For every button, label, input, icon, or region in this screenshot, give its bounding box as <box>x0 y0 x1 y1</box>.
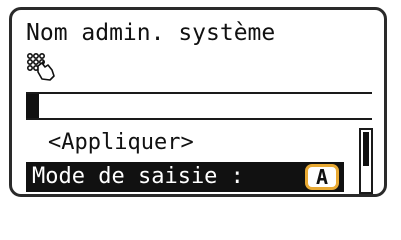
keypad-touch-icon <box>26 52 55 81</box>
apply-label: <Appliquer> <box>48 130 194 155</box>
input-mode-label: Mode de saisie : <box>32 164 244 189</box>
text-cursor <box>26 94 39 118</box>
apply-button[interactable]: <Appliquer> <box>26 127 344 159</box>
input-mode-item[interactable]: Mode de saisie : A <box>26 162 344 192</box>
admin-name-input[interactable] <box>26 92 372 120</box>
input-mode-value: A <box>315 165 329 189</box>
scrollbar[interactable] <box>359 128 373 194</box>
scroll-thumb[interactable] <box>363 132 369 166</box>
screen-title: Nom admin. système <box>26 20 276 46</box>
input-mode-badge[interactable]: A <box>305 164 339 190</box>
lcd-panel: Nom admin. système <Appliquer> Mode de s… <box>9 7 387 197</box>
